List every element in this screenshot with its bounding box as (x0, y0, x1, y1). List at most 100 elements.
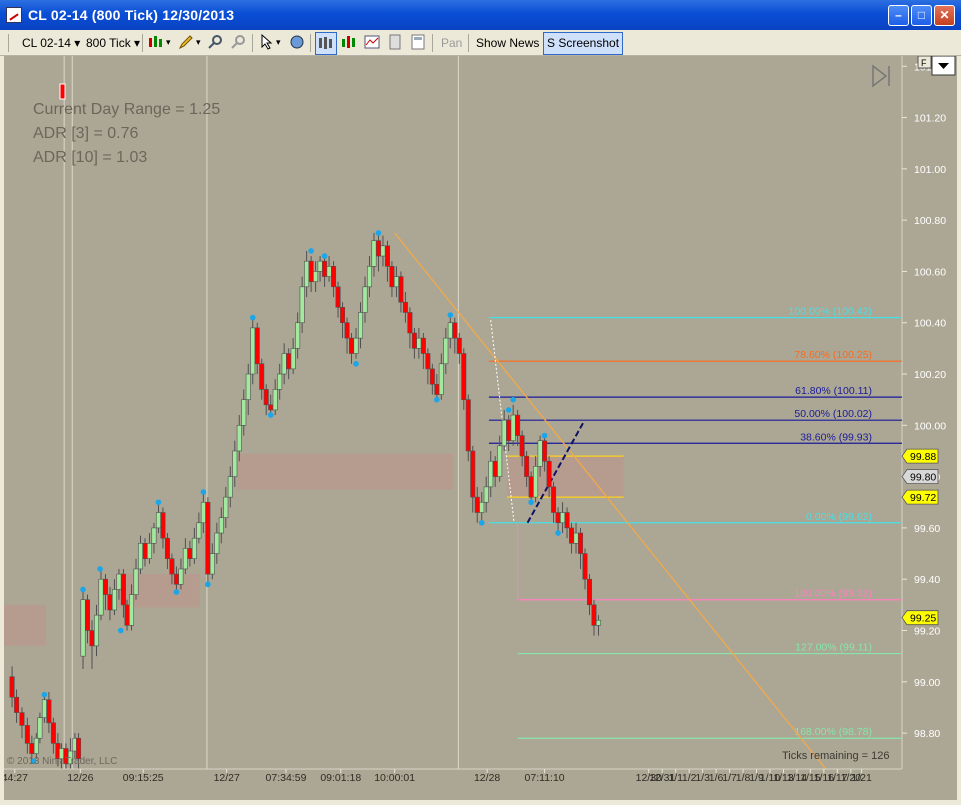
time-tick-label: 07:34:59 (266, 772, 307, 784)
up-candle (299, 286, 305, 324)
swing-point (41, 691, 48, 698)
toolbar-separator (142, 34, 143, 52)
down-candle (434, 383, 440, 395)
up-candle (232, 450, 238, 477)
up-candle (155, 512, 161, 529)
up-candle (595, 619, 601, 626)
up-candle (447, 322, 453, 339)
up-candle (438, 363, 444, 395)
status-marker (59, 83, 66, 100)
crosshair-icon (319, 37, 332, 49)
bar-type-dropdown-icon[interactable]: ▾ (166, 32, 171, 53)
down-candle (425, 353, 431, 370)
time-tick-label: 12/27 (214, 772, 240, 784)
show-news-button[interactable]: Show News (472, 32, 543, 55)
data-box-icon[interactable] (410, 34, 426, 50)
down-candle (456, 337, 462, 354)
maximize-button[interactable]: □ (911, 5, 932, 26)
pan-button[interactable]: Pan (437, 32, 466, 55)
up-candle (290, 348, 296, 370)
up-candle (98, 578, 104, 616)
indicators-icon[interactable] (341, 34, 357, 50)
properties-icon[interactable] (289, 34, 305, 50)
chart-toolbar: CL 02-14 ▾ 800 Tick ▾ ▾ ▾ ▾ Pan Show New (0, 30, 961, 56)
time-tick-label: 09:15:25 (123, 772, 164, 784)
up-candle (41, 699, 47, 719)
up-candle (196, 522, 202, 539)
cursor-icon[interactable] (259, 34, 275, 50)
bar-type-icon[interactable] (148, 34, 164, 50)
app-chart-icon (6, 7, 22, 23)
fib-level-label: 78.60% (100.25) (794, 349, 872, 361)
price-marker-label: 99.88 (910, 451, 936, 463)
up-candle (362, 286, 368, 313)
up-candle (236, 425, 242, 452)
down-candle (542, 440, 548, 462)
minimize-button[interactable]: – (888, 5, 909, 26)
up-candle (37, 717, 43, 739)
range-box (237, 453, 453, 490)
down-candle (551, 486, 557, 513)
strategies-icon[interactable] (364, 34, 380, 50)
instrument-selector[interactable]: CL 02-14 ▾ (18, 32, 84, 55)
up-candle (250, 327, 256, 375)
up-candle (227, 476, 233, 498)
down-candle (474, 496, 480, 513)
up-candle (116, 573, 122, 590)
price-chart[interactable]: 100.00% (100.42) 78.60% (100.25) 61.80% (1… (2, 55, 957, 800)
down-candle (187, 548, 193, 559)
close-button[interactable]: ✕ (934, 5, 955, 26)
down-candle (124, 604, 130, 626)
up-candle (137, 543, 143, 570)
fib-level-label: 168.00% (98.78) (794, 726, 872, 738)
time-tick-label: 1/21 (851, 772, 872, 784)
fib-level-label: 127.00% (99.11) (795, 642, 872, 654)
window-title: CL 02-14 (800 Tick) 12/30/2013 (28, 7, 235, 23)
down-candle (528, 476, 534, 498)
time-tick-label: 44:27 (4, 772, 28, 784)
down-candle (384, 245, 390, 267)
interval-selector[interactable]: 800 Tick ▾ (82, 32, 144, 55)
price-tick-label: 99.40 (914, 574, 940, 586)
time-tick-label: 09:01:18 (320, 772, 361, 784)
down-candle (19, 712, 25, 726)
swing-point (528, 499, 534, 506)
swing-point (205, 581, 211, 588)
crosshair-toggle[interactable] (315, 32, 337, 55)
pencil-icon[interactable] (178, 34, 194, 50)
down-candle (407, 312, 413, 334)
up-candle (483, 486, 489, 503)
info-line-adr3: ADR [3] = 0.76 (33, 125, 138, 142)
up-candle (245, 373, 251, 400)
zoom-in-icon[interactable] (207, 34, 223, 50)
plot-background (4, 56, 902, 800)
down-candle (164, 537, 170, 559)
chart-area[interactable]: 100.00% (100.42) 78.60% (100.25) 61.80% (1… (2, 55, 957, 800)
swing-point (173, 589, 180, 595)
toolbar-separator (432, 34, 433, 52)
price-marker-label: 99.72 (910, 492, 936, 504)
down-candle (322, 260, 328, 277)
swing-point (321, 253, 328, 259)
up-candle (479, 501, 485, 513)
templates-icon[interactable] (387, 34, 403, 50)
drawing-dropdown-icon[interactable]: ▾ (196, 32, 201, 53)
down-candle (506, 419, 512, 442)
up-candle (178, 568, 184, 585)
up-candle (380, 245, 386, 257)
screenshot-button[interactable]: S Screenshot (543, 32, 624, 55)
down-candle (389, 266, 395, 288)
cursor-dropdown-icon[interactable]: ▾ (276, 32, 281, 53)
up-candle (358, 312, 364, 339)
range-box (116, 574, 200, 608)
price-tick-label: 100.00 (914, 420, 946, 432)
price-tick-label: 99.00 (914, 677, 940, 689)
time-axis: 44:27 12/26 09:15:25 12/27 07:34:59 09:01:18 1… (2, 768, 957, 800)
up-candle (111, 589, 117, 611)
up-candle (313, 271, 319, 282)
up-candle (272, 389, 278, 411)
ticks-remaining-text: Ticks remaining = 126 (782, 750, 890, 762)
up-candle (443, 337, 449, 365)
swing-point (155, 499, 162, 506)
down-candle (335, 286, 341, 308)
